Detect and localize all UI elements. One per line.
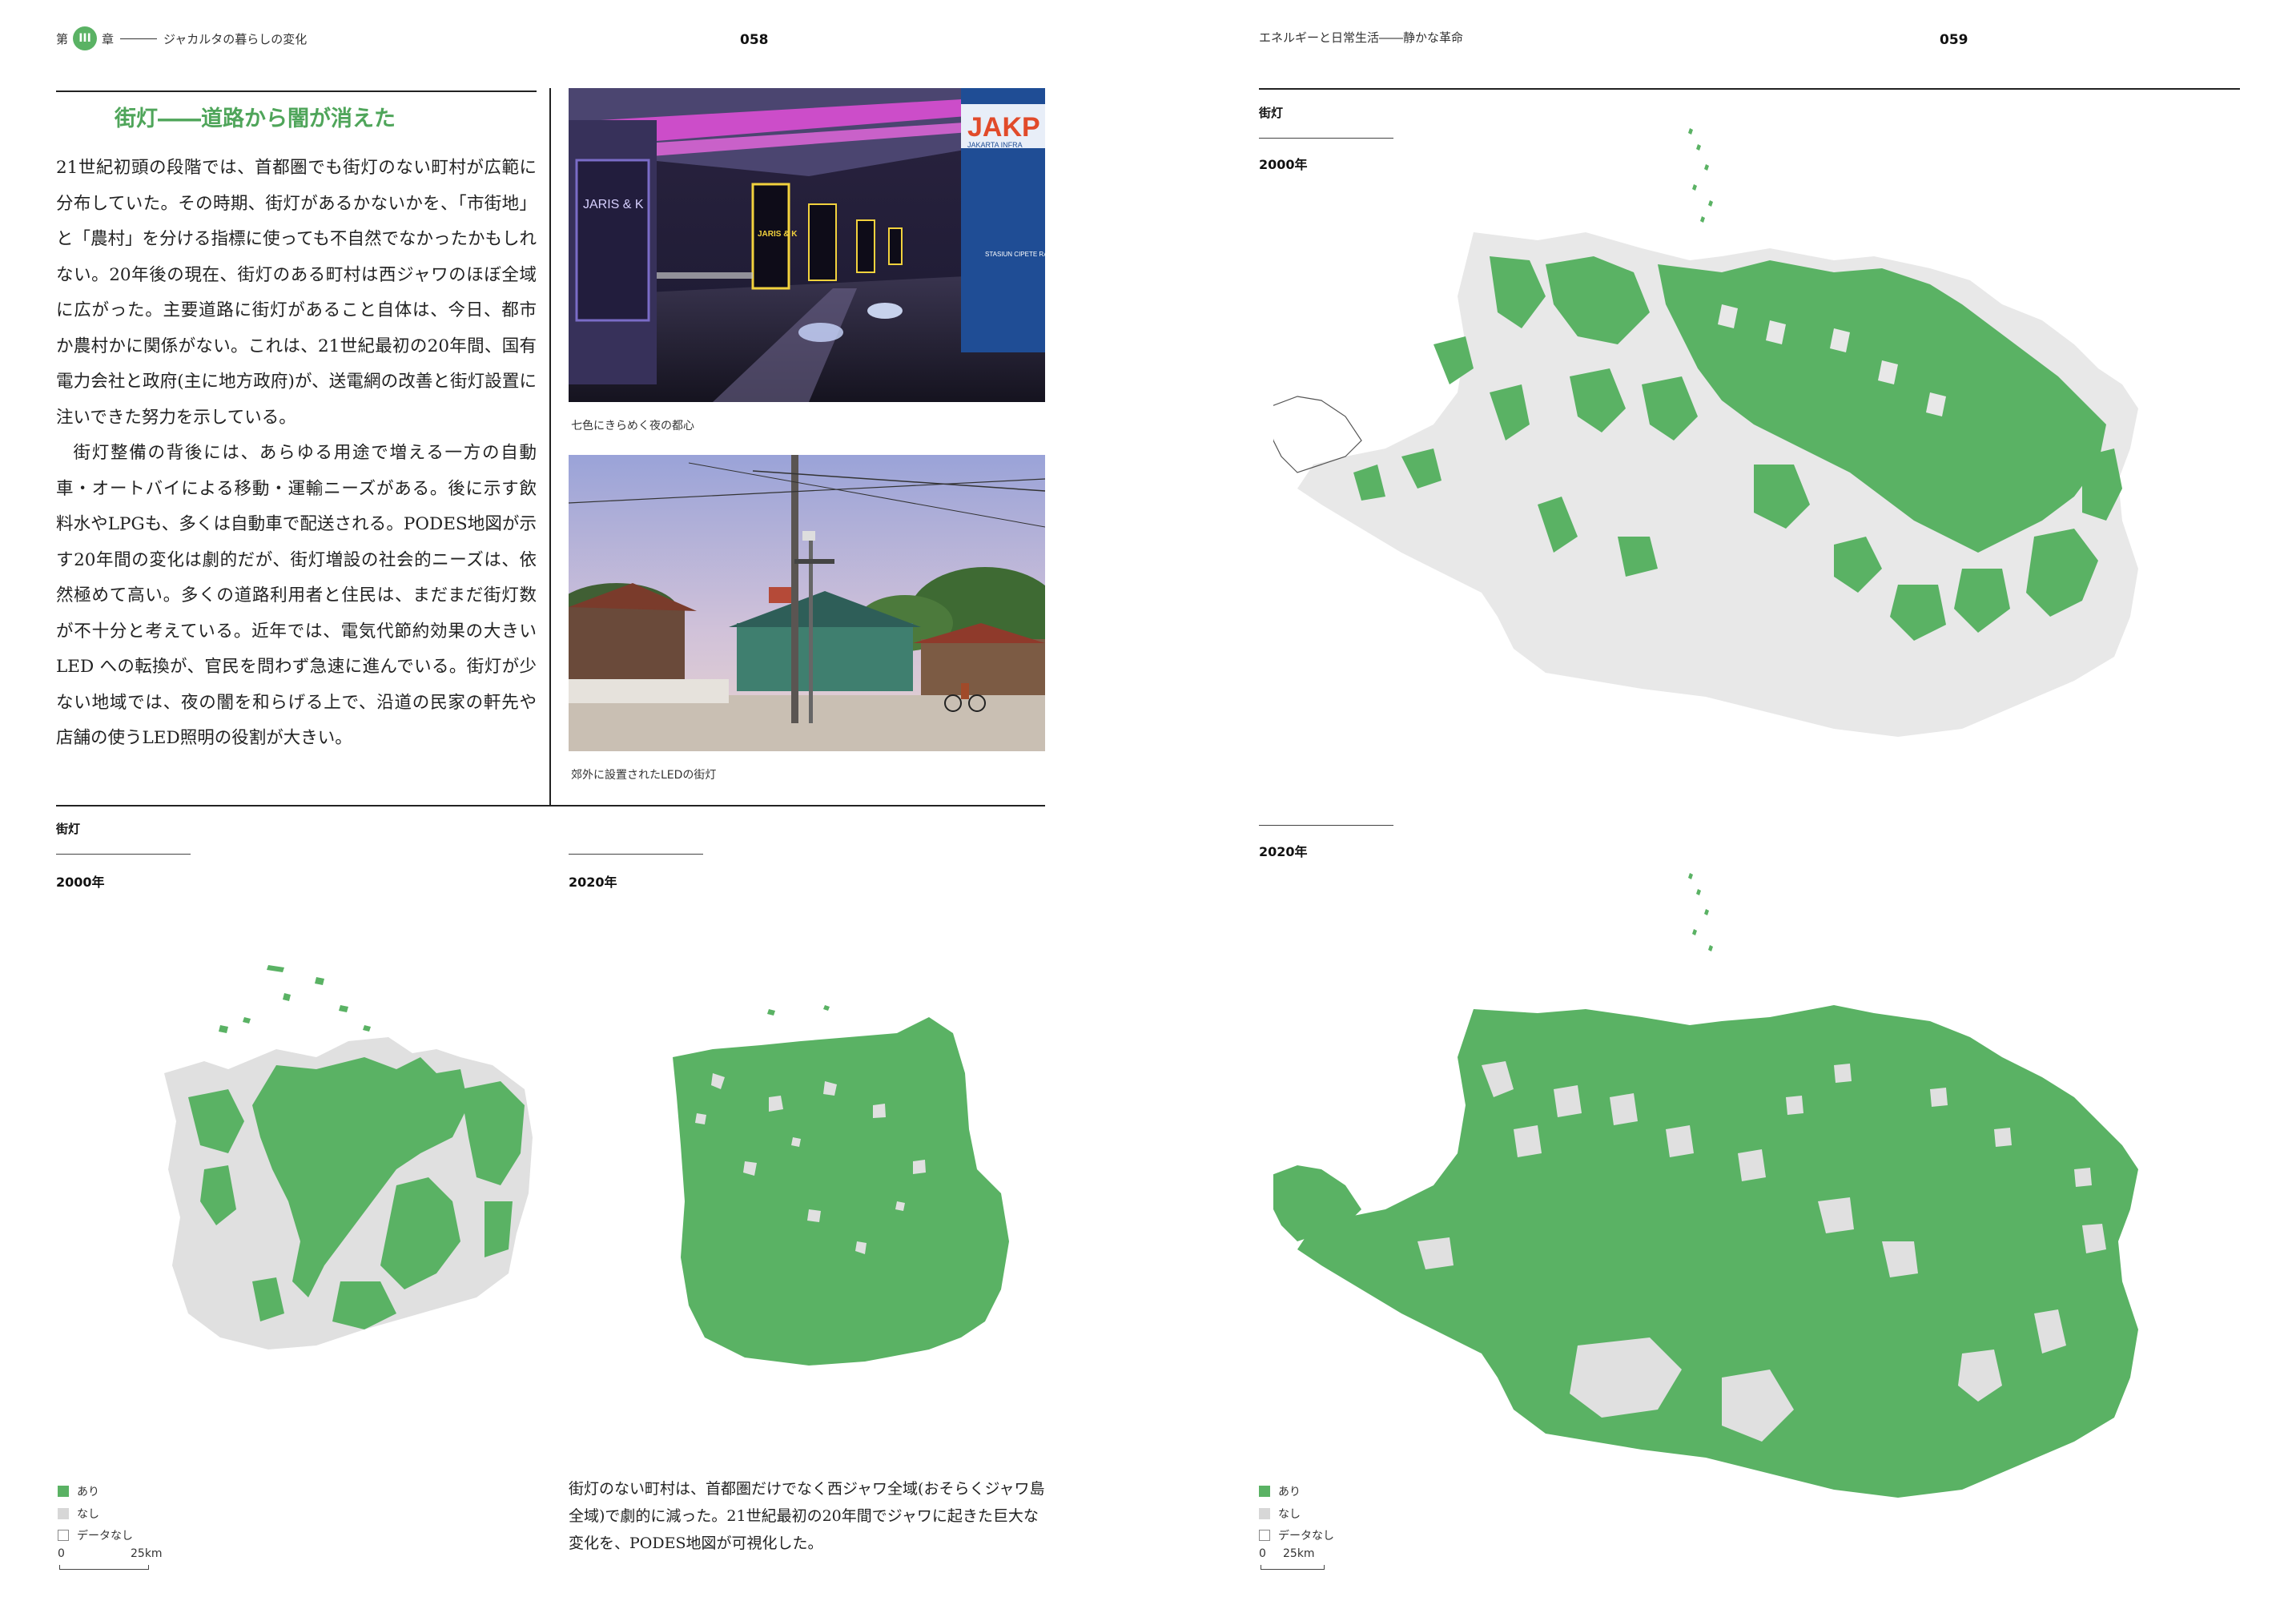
legend-label-na: データなし (77, 1530, 133, 1543)
paragraph-1: 21世紀初頭の段階では、首都圏でも街灯のない町村が広範に分布していた。その時期、… (56, 158, 537, 428)
legend-yes-right: あり (1259, 1483, 1301, 1499)
legend-swatch-na (1259, 1530, 1270, 1541)
map-westjava-2000 (1273, 128, 2138, 737)
legend-label-yes: あり (77, 1486, 99, 1498)
sign-jaris-left: JARIS & K (583, 198, 644, 211)
legend-label-na: データなし (1278, 1530, 1334, 1543)
legend-label-no: なし (77, 1508, 99, 1521)
chapter-prefix: 第 (56, 31, 69, 46)
scale-zero-left: 0 (58, 1547, 65, 1560)
title-rule (56, 91, 537, 92)
legend-na-left: データなし (58, 1527, 133, 1543)
article-body: 21世紀初頭の段階では、首都圏でも街灯のない町村が広範に分布していた。その時期、… (56, 151, 537, 757)
article-title: 街灯――道路から闇が消えた (115, 107, 396, 131)
scale-bar-left (59, 1565, 149, 1570)
map-westjava-2020 (1273, 873, 2138, 1498)
legend-swatch-yes (58, 1486, 69, 1497)
map-caption: 街灯のない町村は、首都圏だけでなく西ジャワ全域(おそらくジャワ島全域)で劇的に減… (569, 1480, 1045, 1552)
map-section-label-right: 街灯 (1259, 106, 1284, 120)
header-rule-right (1259, 88, 2240, 90)
photo1-caption: 七色にきらめく夜の都心 (571, 420, 694, 432)
sign-jaris-center: JARIS & K (758, 230, 798, 239)
legend-swatch-na (58, 1530, 69, 1541)
year-2020-right: 2020年 (1259, 844, 1308, 859)
year-2000-left: 2000年 (56, 875, 105, 890)
scale-max-right: 25km (1283, 1547, 1315, 1560)
year-2020-left: 2020年 (569, 875, 617, 890)
sign-jakp: JAKP (967, 112, 1040, 143)
map-label-rule-left-2020 (569, 854, 703, 855)
legend-label-no: なし (1278, 1508, 1301, 1521)
sign-jakarta-infra: JAKARTA INFRA (967, 141, 1023, 149)
scale-bar-right (1261, 1565, 1325, 1570)
legend-swatch-yes (1259, 1486, 1270, 1497)
sign-stasiun: STASIUN CIPETE RAYA (985, 251, 1045, 258)
page-number-right: 059 (1940, 32, 1968, 48)
map-jakarta-2000 (164, 965, 533, 1349)
legend-swatch-no (58, 1508, 69, 1519)
mid-rule (56, 805, 1045, 806)
legend-swatch-no (1259, 1508, 1270, 1519)
column-divider (549, 88, 551, 806)
paragraph-2: 街灯整備の背後には、あらゆる用途で増える一方の自動車・オートバイによる移動・運輸… (56, 443, 537, 748)
scale-max-left: 25km (131, 1547, 163, 1560)
photo-suburban-light (569, 455, 1045, 751)
running-head-left: ジャカルタの暮らしの変化 (163, 31, 308, 46)
page-number-left: 058 (740, 32, 769, 48)
chapter-badge: III (73, 26, 98, 50)
scale-zero-right: 0 (1259, 1547, 1266, 1560)
map-label-rule-right-2020 (1259, 825, 1393, 826)
running-head-right: エネルギーと日常生活――静かな革命 (1259, 30, 1464, 45)
photo-night-city: JAKP JAKARTA INFRA STASIUN CIPETE RAYA J… (569, 88, 1045, 402)
legend-na-right: データなし (1259, 1527, 1334, 1543)
legend-no-right: なし (1259, 1506, 1301, 1522)
map-jakarta-2020 (673, 1005, 1009, 1366)
legend-no-left: なし (58, 1506, 99, 1522)
map-label-rule-left-2000 (56, 854, 191, 855)
photo2-caption: 郊外に設置されたLEDの街灯 (571, 769, 717, 782)
chapter-header: 第 III 章 ジャカルタの暮らしの変化 (56, 26, 307, 50)
legend-yes-left: あり (58, 1483, 99, 1499)
chapter-dash (120, 38, 158, 39)
map-section-label-left: 街灯 (56, 822, 81, 836)
legend-label-yes: あり (1278, 1486, 1301, 1498)
chapter-suffix: 章 (102, 31, 115, 46)
